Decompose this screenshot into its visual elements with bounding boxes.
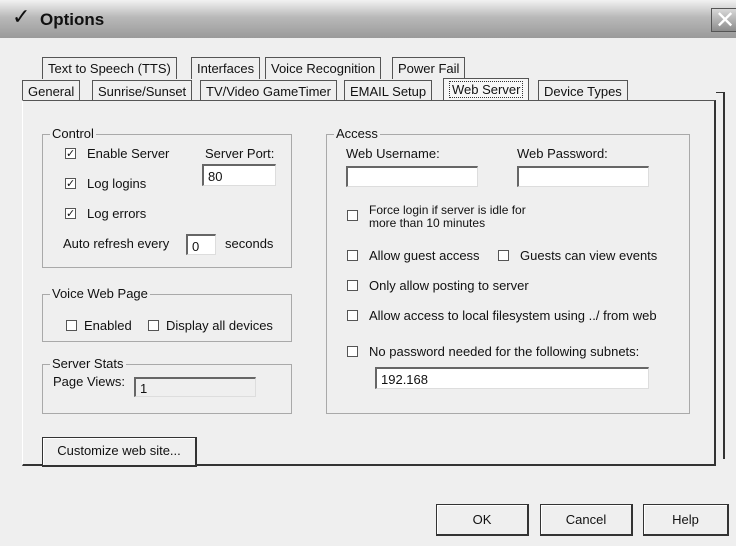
only-allow-posting-label: Only allow posting to server	[369, 278, 529, 293]
access-legend: Access	[334, 126, 380, 141]
enable-server-label: Enable Server	[87, 146, 170, 161]
close-button[interactable]: ✕	[711, 6, 736, 34]
tab-tv-video-gametimer[interactable]: TV/Video GameTimer	[200, 80, 337, 102]
display-all-devices-checkbox[interactable]	[148, 320, 159, 331]
tab-power-fail[interactable]: Power Fail	[392, 57, 466, 79]
web-username-label: Web Username:	[346, 146, 440, 161]
log-logins-checkbox[interactable]: ✓	[65, 178, 76, 189]
cancel-button[interactable]: Cancel	[540, 504, 633, 536]
server-port-label: Server Port:	[205, 146, 275, 161]
window-title: Options	[40, 10, 105, 29]
panel-shadow	[716, 92, 725, 459]
tab-sunrise-sunset[interactable]: Sunrise/Sunset	[92, 80, 193, 102]
enable-server-checkbox[interactable]: ✓	[65, 148, 76, 159]
close-icon[interactable]: ✕	[715, 6, 735, 34]
voice-enabled-checkbox[interactable]	[66, 320, 77, 331]
log-errors-label: Log errors	[87, 206, 147, 221]
tab-voice-recognition[interactable]: Voice Recognition	[265, 57, 382, 79]
force-login-line-2: more than 10 minutes	[369, 216, 486, 230]
tab-general[interactable]: General	[22, 80, 81, 102]
customize-web-site-button[interactable]: Customize web site...	[42, 437, 197, 467]
allow-guest-access-label: Allow guest access	[369, 248, 480, 263]
guests-view-events-label: Guests can view events	[520, 248, 658, 263]
log-logins-label: Log logins	[87, 176, 147, 191]
tab-text-to-speech[interactable]: Text to Speech (TTS)	[42, 57, 177, 79]
tab-email-setup[interactable]: EMAIL Setup	[344, 80, 433, 102]
title-bar	[0, 0, 736, 39]
web-password-label: Web Password:	[517, 146, 608, 161]
help-button[interactable]: Help	[643, 504, 729, 536]
auto-refresh-prefix: Auto refresh every	[63, 236, 170, 251]
server-port-input[interactable]: 80	[202, 164, 276, 186]
no-password-checkbox[interactable]	[347, 346, 358, 357]
log-errors-checkbox[interactable]: ✓	[65, 208, 76, 219]
allow-guest-access-checkbox[interactable]	[347, 250, 358, 261]
ok-button[interactable]: OK	[436, 504, 529, 536]
force-login-checkbox[interactable]	[347, 210, 358, 221]
local-filesystem-checkbox[interactable]	[347, 310, 358, 321]
voice-enabled-label: Enabled	[84, 318, 132, 333]
server-stats-legend: Server Stats	[50, 356, 126, 371]
web-username-input[interactable]	[346, 166, 478, 187]
guests-view-events-checkbox[interactable]	[498, 250, 509, 261]
checkmark-icon: ✓	[12, 5, 31, 30]
force-login-label: Force login if server is idle for more t…	[369, 204, 526, 230]
tab-web-server-label: Web Server	[449, 81, 524, 98]
no-password-label: No password needed for the following sub…	[369, 344, 640, 359]
tab-device-types[interactable]: Device Types	[538, 80, 628, 102]
web-password-input[interactable]	[517, 166, 649, 187]
auto-refresh-input[interactable]: 0	[186, 234, 216, 255]
page-views-field: 1	[134, 377, 256, 397]
page-views-label: Page Views:	[53, 374, 126, 389]
control-legend: Control	[50, 126, 96, 141]
local-filesystem-label: Allow access to local filesystem using .…	[369, 308, 657, 323]
display-all-devices-label: Display all devices	[166, 318, 273, 333]
tab-interfaces[interactable]: Interfaces	[191, 57, 261, 79]
only-allow-posting-checkbox[interactable]	[347, 280, 358, 291]
auto-refresh-suffix: seconds	[225, 236, 274, 251]
voice-web-page-legend: Voice Web Page	[50, 286, 150, 301]
subnets-input[interactable]: 192.168	[375, 367, 649, 389]
